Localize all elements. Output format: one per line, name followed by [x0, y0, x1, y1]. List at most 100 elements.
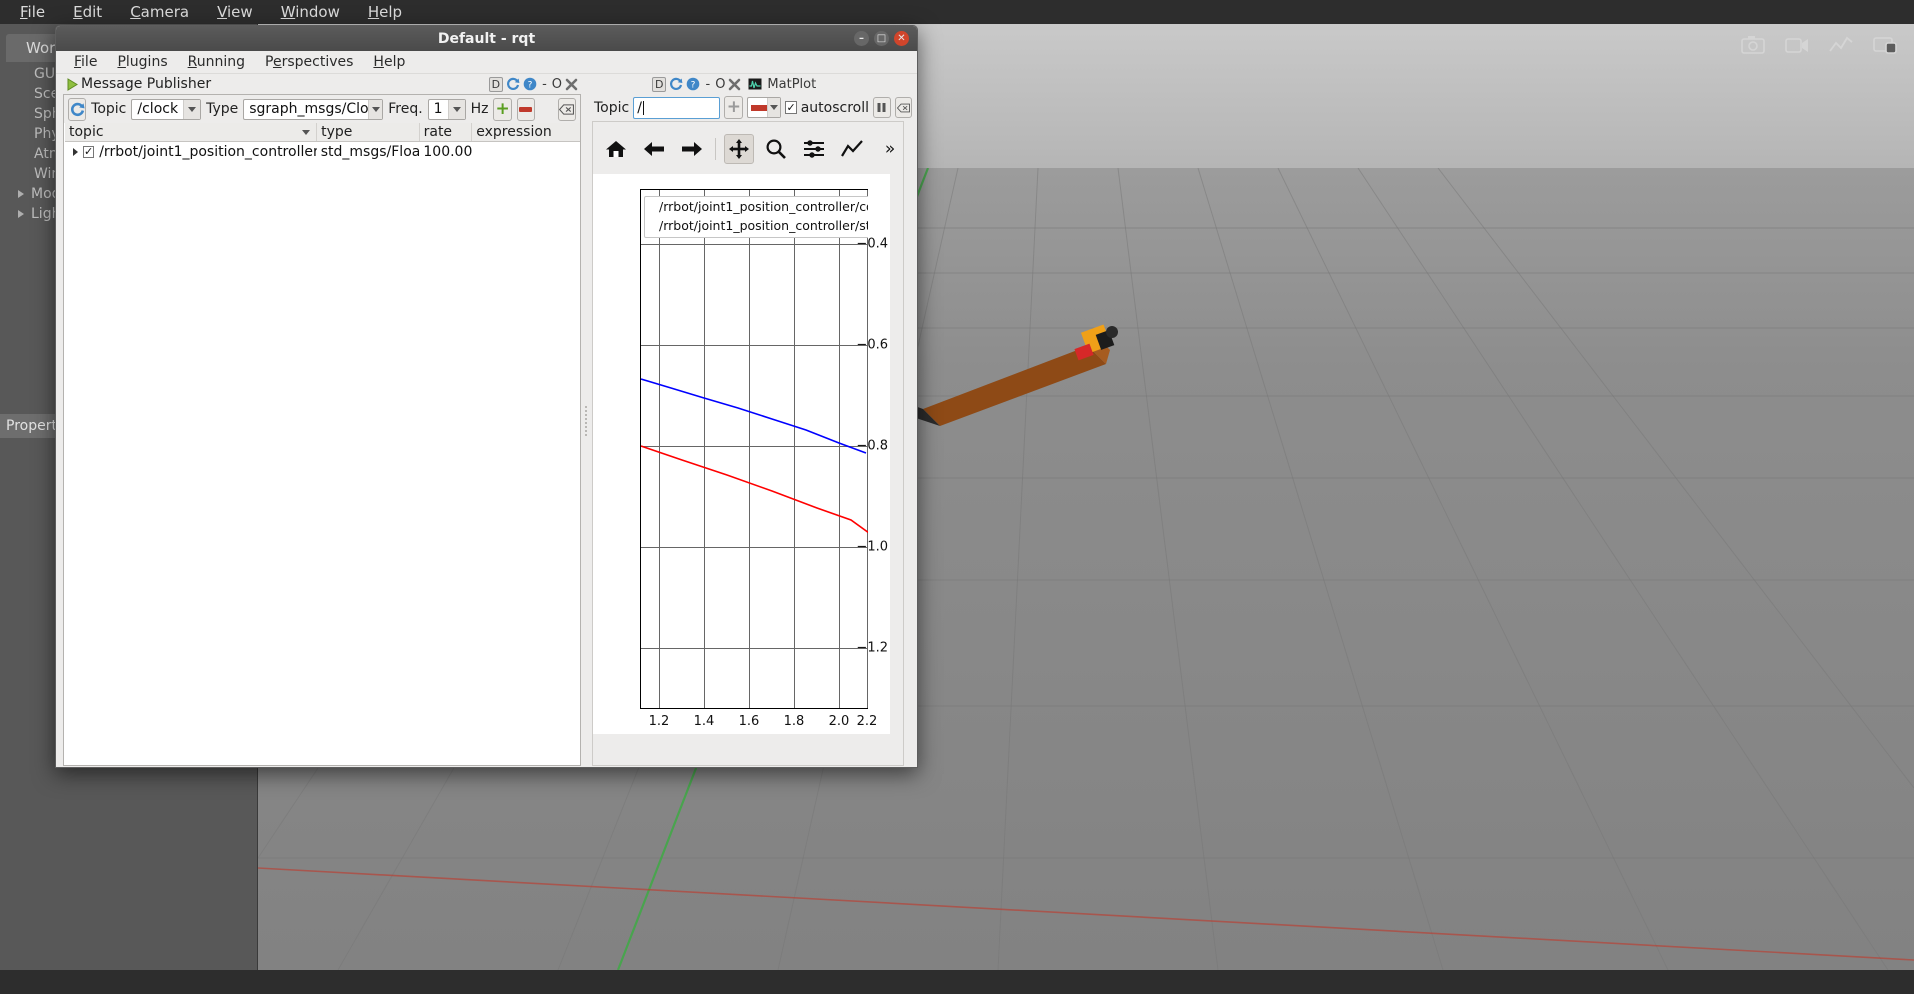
type-label: Type	[206, 101, 239, 117]
expand-arrow-icon[interactable]	[18, 210, 24, 218]
clear-plot-button[interactable]	[894, 97, 912, 118]
xtick-label: 2.2	[856, 714, 878, 729]
reload-icon[interactable]	[506, 77, 520, 91]
gazebo-menu-file[interactable]: File	[6, 1, 59, 23]
reload-icon[interactable]	[669, 77, 683, 91]
float-panel-button[interactable]: O	[715, 77, 725, 92]
maximize-button[interactable]: □	[874, 31, 889, 46]
sort-arrow-icon[interactable]	[302, 130, 311, 135]
rqt-menu-file[interactable]: File	[64, 52, 107, 72]
text-caret	[642, 100, 644, 115]
chevron-down-icon[interactable]	[447, 99, 465, 119]
matplot-topic-value: /	[637, 99, 642, 116]
refresh-topics-button[interactable]	[68, 97, 87, 121]
panel-splitter-handle[interactable]	[583, 404, 589, 444]
chevron-down-icon[interactable]	[767, 98, 781, 117]
rqt-menu-perspectives[interactable]: Perspectives	[255, 52, 363, 72]
rqt-menu-help[interactable]: Help	[363, 52, 415, 72]
close-icon: ✕	[897, 33, 906, 44]
minimize-panel-button[interactable]: -	[705, 77, 710, 92]
matplot-panel-buttons[interactable]: D ? - O MatPlot	[652, 76, 816, 92]
chevron-down-icon[interactable]	[367, 99, 383, 119]
gazebo-menu-camera[interactable]: Camera	[116, 1, 203, 23]
forward-arrow-icon[interactable]	[677, 134, 707, 164]
gazebo-menu-view[interactable]: View	[203, 1, 267, 23]
svg-text:?: ?	[528, 81, 533, 91]
column-label: topic	[69, 124, 104, 140]
remove-publisher-button[interactable]	[516, 97, 535, 121]
column-header-expression[interactable]: expression	[472, 123, 580, 141]
column-header-type[interactable]: type	[317, 123, 420, 141]
edit-curves-icon[interactable]	[837, 134, 867, 164]
message-publisher-panel-buttons[interactable]: D ? - O	[488, 76, 578, 92]
column-header-rate[interactable]: rate	[420, 123, 473, 141]
cell-topic: /rrbot/joint1_position_controller/comman…	[99, 143, 317, 160]
column-label: rate	[423, 124, 453, 140]
close-panel-icon[interactable]	[565, 78, 578, 91]
message-publisher-titlebar: Message Publisher D ? - O	[63, 74, 581, 94]
gazebo-view-toolbar[interactable]	[1740, 34, 1898, 56]
clear-publishers-button[interactable]	[557, 97, 576, 121]
matplotlib-navigation-toolbar[interactable]: »	[593, 128, 905, 170]
table-row[interactable]: ✓ /rrbot/joint1_position_controller/comm…	[65, 142, 580, 161]
close-panel-icon[interactable]	[728, 78, 741, 91]
minimize-button[interactable]: –	[854, 31, 869, 46]
chevron-down-icon[interactable]	[183, 99, 201, 119]
expand-arrow-icon[interactable]	[18, 190, 24, 198]
configure-subplots-icon[interactable]	[799, 134, 829, 164]
minus-icon	[519, 106, 533, 112]
message-publisher-frame: Topic /clock Type sgraph_msgs/Clock Freq…	[63, 94, 581, 766]
ytick-label: −1.0	[856, 539, 888, 555]
rqt-menu-plugins[interactable]: Plugins	[107, 52, 177, 72]
cell-rate: 100.00	[423, 143, 473, 160]
rqt-menu-running[interactable]: Running	[178, 52, 255, 72]
plot-icon[interactable]	[1828, 34, 1854, 56]
overflow-icon[interactable]: »	[875, 134, 905, 164]
rqt-titlebar[interactable]: Default - rqt – □ ✕	[56, 26, 917, 51]
matplotlib-figure[interactable]: /rrbot/joint1_position_controller/comman…	[593, 174, 890, 734]
video-icon[interactable]	[1784, 34, 1810, 56]
autoscroll-label: autoscroll	[800, 99, 869, 116]
pause-button[interactable]	[873, 97, 891, 118]
help-icon[interactable]: ?	[523, 77, 537, 91]
color-swatch	[751, 104, 768, 111]
plot-legend: /rrbot/joint1_position_controller/comman…	[644, 196, 868, 238]
topic-combobox[interactable]: /clock	[131, 98, 202, 120]
minimize-panel-button[interactable]: -	[542, 77, 547, 92]
publishers-table[interactable]: topic type rate expression ✓ /rrbot/join…	[65, 123, 580, 161]
column-header-topic[interactable]: topic	[65, 123, 318, 141]
pan-icon[interactable]	[723, 134, 754, 164]
backspace-icon	[896, 103, 910, 112]
float-panel-button[interactable]: O	[552, 77, 562, 92]
back-arrow-icon[interactable]	[639, 134, 669, 164]
rqt-content-area: Message Publisher D ? - O Topic /clock T…	[56, 74, 919, 769]
close-button[interactable]: ✕	[894, 31, 909, 46]
screen-icon[interactable]	[1872, 34, 1898, 56]
plot-axes[interactable]: /rrbot/joint1_position_controller/comman…	[640, 189, 868, 709]
matplot-canvas-frame: » /rrbot/joint1_position_controller/c /r…	[592, 121, 904, 766]
dock-button[interactable]: D	[488, 76, 504, 92]
camera-icon[interactable]	[1740, 34, 1766, 56]
expand-arrow-icon[interactable]	[73, 147, 78, 156]
gazebo-menu-help[interactable]: Help	[354, 1, 416, 23]
help-icon[interactable]: ?	[686, 77, 700, 91]
home-icon[interactable]	[601, 134, 631, 164]
gazebo-menu-edit[interactable]: Edit	[59, 1, 116, 23]
add-publisher-button[interactable]: +	[493, 97, 512, 121]
zoom-icon[interactable]	[762, 134, 792, 164]
rrbot-robot-model[interactable]	[898, 284, 1298, 524]
toolbar-divider	[714, 138, 716, 160]
line-color-combobox[interactable]	[747, 97, 782, 118]
freq-label: Freq.	[388, 101, 423, 117]
xtick-label: 1.8	[783, 714, 805, 729]
add-topic-button[interactable]: +	[724, 96, 744, 119]
gazebo-menu-window[interactable]: Window	[267, 1, 354, 23]
matplot-topic-input[interactable]: /	[633, 96, 721, 119]
autoscroll-checkbox[interactable]: ✓	[785, 101, 797, 114]
matplot-titlebar: D ? - O MatPlot	[592, 74, 912, 94]
dock-button[interactable]: D	[652, 76, 667, 92]
freq-combobox[interactable]: 1	[427, 98, 466, 120]
type-combobox[interactable]: sgraph_msgs/Clock	[243, 98, 384, 120]
row-checkbox[interactable]: ✓	[83, 145, 95, 158]
hz-label: Hz	[470, 101, 489, 117]
